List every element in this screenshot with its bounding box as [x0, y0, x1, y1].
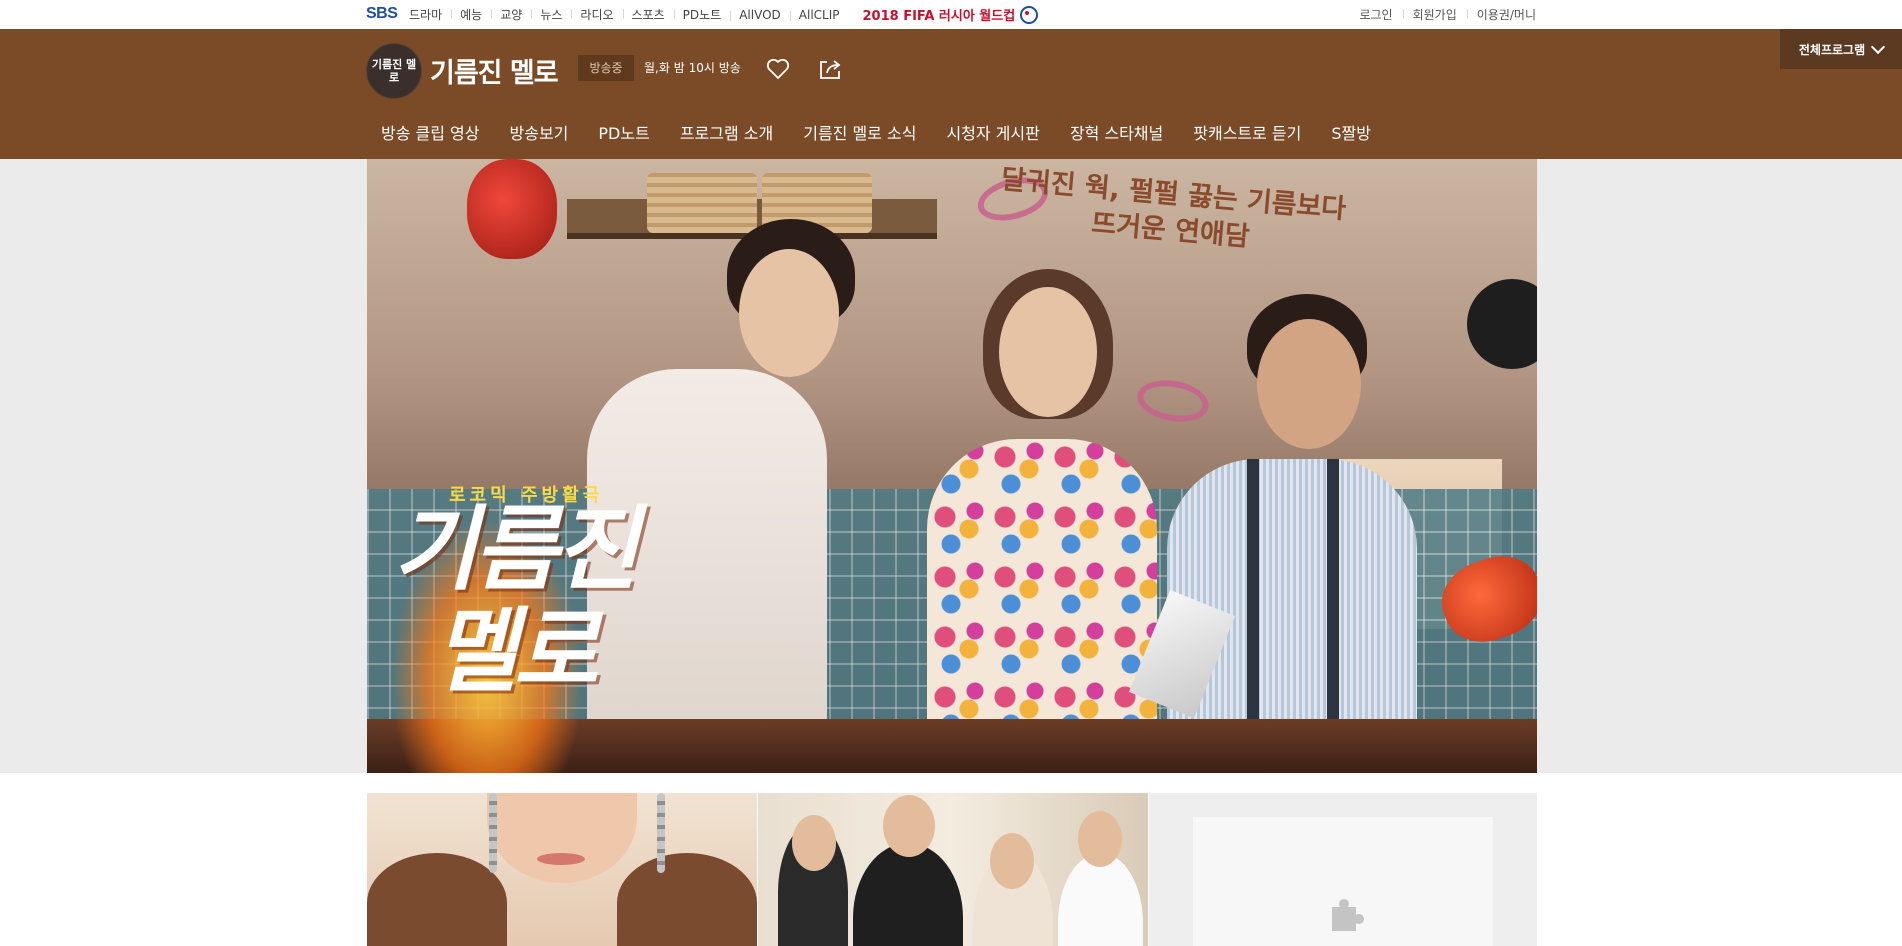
voucher-money-link[interactable]: 이용권/머니 — [1466, 6, 1536, 23]
program-header-inner: 기름진 멜로 기름진 멜로 방송중 월,화 밤 10시 방송 방송 클립 영상 … — [366, 29, 1536, 159]
program-header: 기름진 멜로 기름진 멜로 방송중 월,화 밤 10시 방송 방송 클립 영상 … — [0, 29, 1902, 159]
gnb-item-entertainment[interactable]: 예능 — [451, 6, 491, 23]
heart-icon[interactable] — [766, 58, 790, 80]
thumb-lips — [537, 853, 585, 865]
nav-watch[interactable]: 방송보기 — [510, 120, 569, 144]
thumbnail-actress-closeup[interactable] — [367, 793, 757, 946]
fifa-worldcup-banner[interactable]: 2018 FIFA 러시아 월드컵 — [863, 5, 1039, 24]
nav-clip-videos[interactable]: 방송 클립 영상 — [381, 120, 480, 144]
share-icon[interactable] — [818, 58, 842, 80]
nav-s-jjalbang[interactable]: S짤방 — [1331, 120, 1371, 144]
onair-badge: 방송중 — [578, 55, 634, 81]
fifa-worldcup-label: 2018 FIFA 러시아 월드컵 — [862, 9, 1016, 24]
sbs-logo[interactable]: SBS — [366, 5, 398, 23]
global-nav-inner: SBS 드라마 예능 교양 뉴스 라디오 스포츠 PD노트 AllVOD All… — [366, 0, 1536, 29]
hero-title-line1: 기름진 — [393, 496, 639, 603]
thumb-face — [487, 793, 637, 883]
cast-member — [853, 843, 963, 946]
earring — [489, 793, 497, 873]
hero-title-line2: 멜로 — [433, 598, 598, 705]
gnb-item-allclip[interactable]: AllCLIP — [789, 8, 849, 22]
nav-news[interactable]: 기름진 멜로 소식 — [803, 120, 916, 144]
suspender — [1327, 459, 1339, 759]
steamer-basket — [647, 173, 757, 233]
cast-head — [883, 795, 935, 857]
all-programs-button[interactable]: 전체프로그램 — [1780, 29, 1902, 69]
gnb-item-radio[interactable]: 라디오 — [571, 6, 622, 23]
program-logo[interactable]: 기름진 멜로 — [366, 43, 422, 99]
hero-title-logo: 기름진 멜로 — [393, 499, 673, 703]
all-programs-label: 전체프로그램 — [1798, 42, 1866, 57]
thumb-hair — [367, 853, 507, 946]
airtime-text: 월,화 밤 10시 방송 — [644, 61, 741, 75]
ad-placeholder-box — [1149, 793, 1537, 946]
gnb-item-pdnote[interactable]: PD노트 — [673, 6, 731, 23]
cast-head — [792, 815, 836, 871]
account-menu: 로그인 회원가입 이용권/머니 — [1349, 0, 1536, 29]
actor-owner-face — [1257, 319, 1361, 449]
onion-ring — [1134, 375, 1212, 427]
soccer-ball-icon — [1020, 5, 1039, 24]
chevron-down-icon — [1871, 39, 1886, 54]
gnb-item-culture[interactable]: 교양 — [491, 6, 531, 23]
login-link[interactable]: 로그인 — [1349, 6, 1402, 23]
nav-star-channel[interactable]: 장혁 스타채널 — [1070, 120, 1163, 144]
actor-chef-face — [739, 249, 839, 377]
gnb-item-allvod[interactable]: AllVOD — [730, 8, 790, 22]
actress-face — [999, 287, 1097, 417]
cast-head — [990, 833, 1034, 889]
thumbnail-cast-group[interactable] — [758, 793, 1148, 946]
gnb-item-drama[interactable]: 드라마 — [409, 6, 451, 23]
cast-head — [1078, 811, 1122, 867]
suspender — [1247, 459, 1259, 759]
global-menu: 드라마 예능 교양 뉴스 라디오 스포츠 PD노트 AllVOD AllCLIP… — [409, 0, 1039, 29]
puzzle-icon — [1332, 899, 1364, 931]
thumb-hair — [617, 853, 757, 946]
nav-podcast[interactable]: 팟캐스트로 듣기 — [1193, 120, 1301, 144]
nav-pdnote[interactable]: PD노트 — [598, 120, 649, 144]
hero-tagline: 달궈진 웍, 펄펄 끓는 기름보다 뜨거운 연애담 — [940, 159, 1405, 269]
red-pepper — [467, 159, 557, 259]
global-nav-bar: SBS 드라마 예능 교양 뉴스 라디오 스포츠 PD노트 AllVOD All… — [0, 0, 1902, 30]
hero-poster[interactable]: 달궈진 웍, 펄펄 끓는 기름보다 뜨거운 연애담 로코믹 주방활극 기름진 멜… — [367, 159, 1537, 773]
ad-placeholder-inner — [1193, 817, 1493, 946]
gnb-item-news[interactable]: 뉴스 — [531, 6, 571, 23]
program-title[interactable]: 기름진 멜로 — [430, 51, 559, 90]
gnb-item-sports[interactable]: 스포츠 — [622, 6, 674, 23]
nav-viewer-board[interactable]: 시청자 게시판 — [946, 120, 1039, 144]
earring — [657, 793, 665, 873]
nav-program-intro[interactable]: 프로그램 소개 — [680, 120, 773, 144]
program-nav: 방송 클립 영상 방송보기 PD노트 프로그램 소개 기름진 멜로 소식 시청자… — [366, 120, 1386, 144]
wok-pan — [1467, 279, 1537, 369]
signup-link[interactable]: 회원가입 — [1402, 6, 1467, 23]
